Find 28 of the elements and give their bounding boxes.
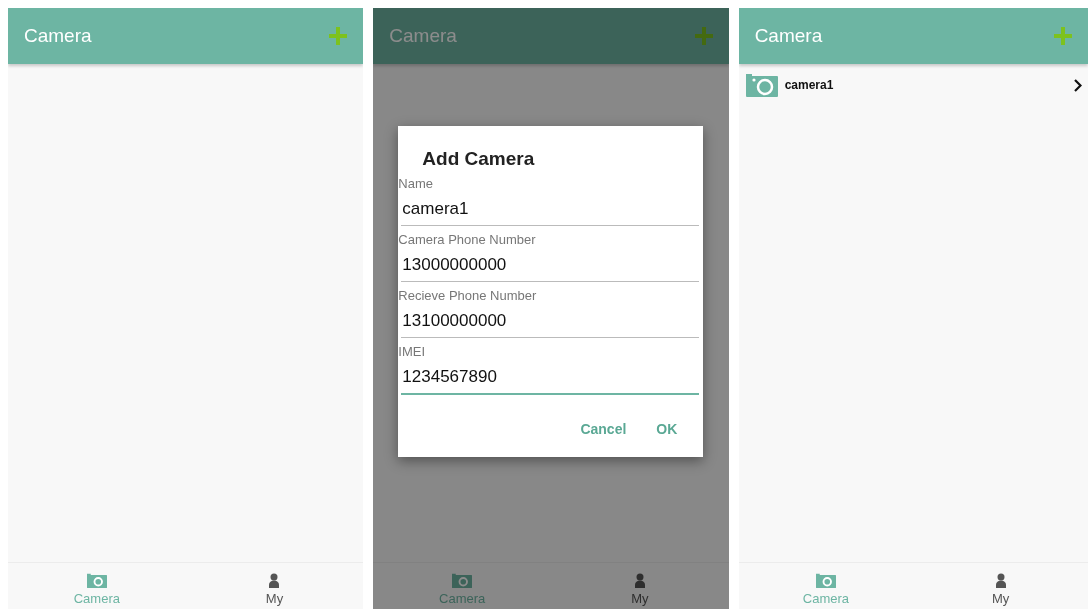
field-label: Camera Phone Number [398, 232, 537, 247]
field-label: Name [398, 176, 434, 191]
person-icon [269, 573, 280, 588]
add-icon[interactable] [694, 27, 713, 45]
field-label: IMEI [398, 344, 427, 359]
app-title: Camera [24, 25, 92, 47]
person-icon [995, 573, 1006, 588]
nav-tab[interactable]: My [185, 563, 364, 609]
camera-icon [744, 72, 779, 98]
camera-icon [85, 573, 108, 588]
camera-icon [451, 573, 474, 588]
input-field[interactable]: camera1 [401, 199, 700, 226]
nav-tab[interactable]: My [550, 563, 729, 609]
add-icon[interactable] [1054, 27, 1072, 45]
app-title: Camera [754, 25, 823, 47]
person-icon [634, 573, 645, 588]
input-field[interactable]: 13000000000 [401, 255, 700, 282]
app-title: Camera [389, 25, 457, 47]
field-label: Recieve Phone Number [398, 288, 538, 303]
camera-list-item[interactable]: camera1 [738, 64, 1088, 106]
input-field[interactable]: 1234567890 [401, 367, 700, 395]
input-field[interactable]: 13100000000 [401, 311, 700, 338]
camera-name: camera1 [784, 78, 835, 92]
dialog-title: Add Camera [422, 148, 536, 170]
chevron-right-icon [1074, 78, 1082, 92]
nav-tab[interactable]: My [913, 563, 1088, 609]
add-icon[interactable] [329, 27, 348, 45]
camera-icon [814, 573, 837, 588]
